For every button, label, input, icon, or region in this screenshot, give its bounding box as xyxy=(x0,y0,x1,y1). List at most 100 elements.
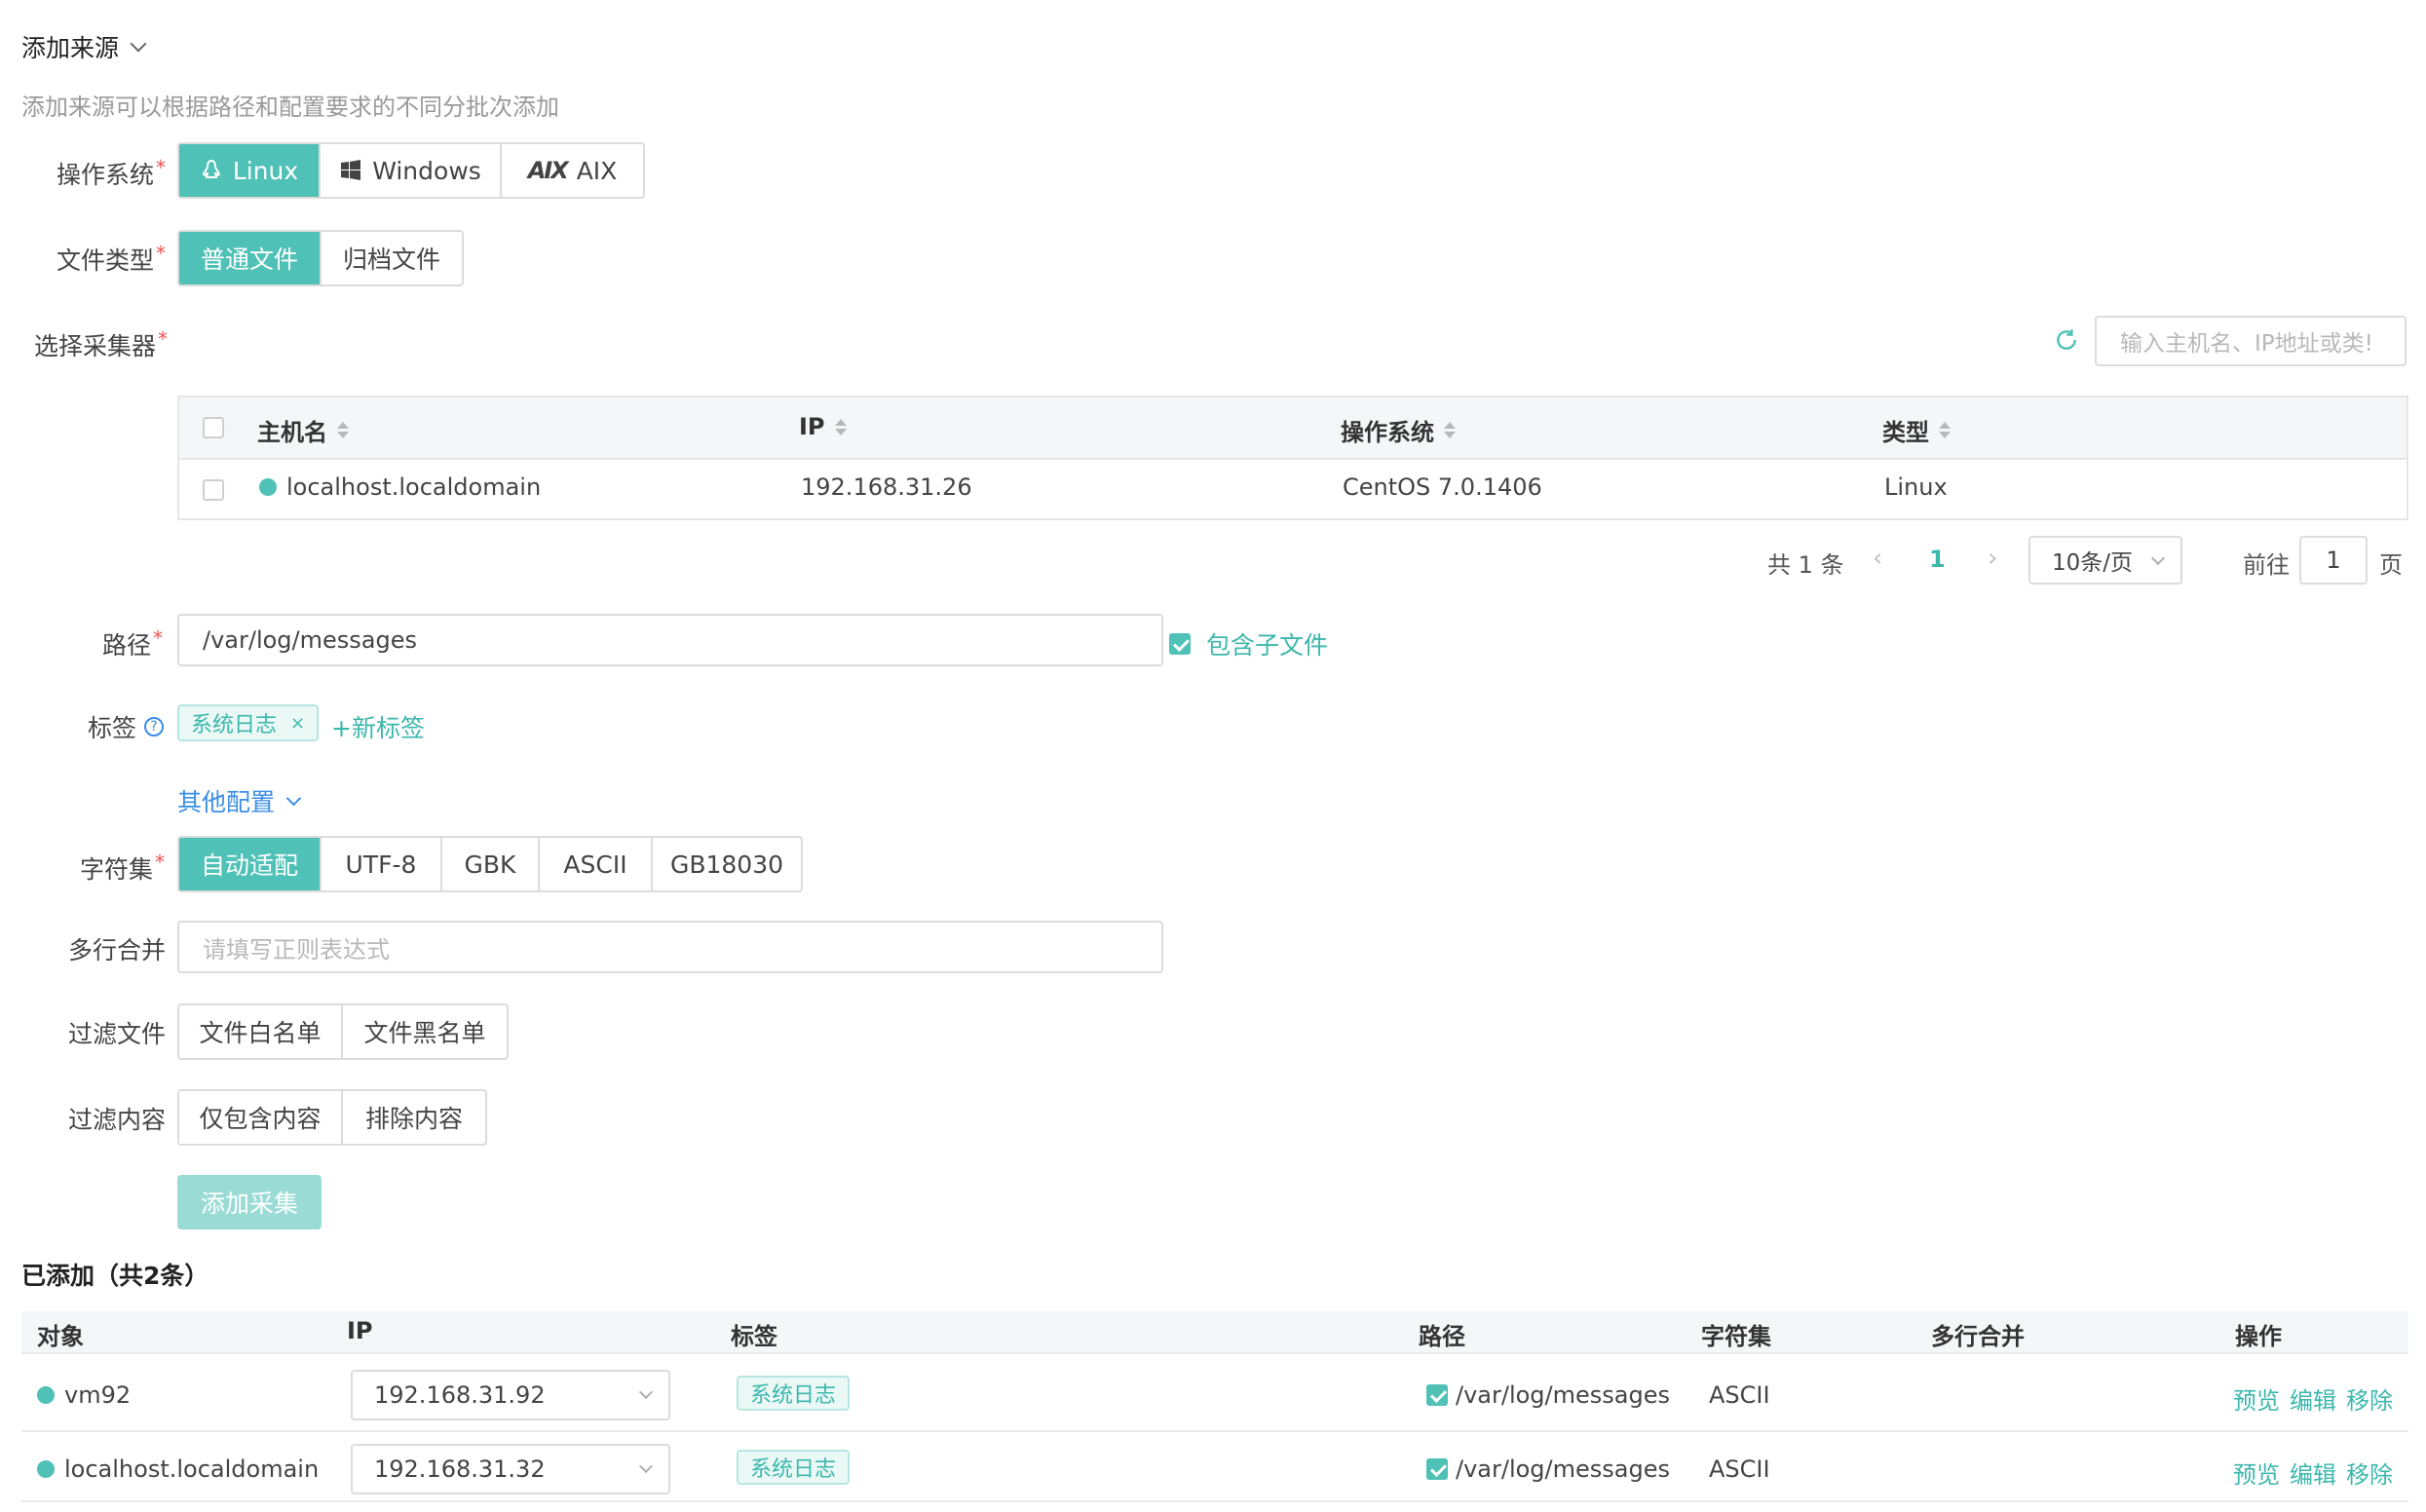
row-divider xyxy=(21,1430,2408,1432)
include-subfiles-checkbox[interactable] xyxy=(1426,1384,1448,1406)
os-option-linux[interactable]: Linux xyxy=(179,144,321,197)
added-col-path: 路径 xyxy=(1419,1323,1465,1350)
charset-option-ascii[interactable]: ASCII xyxy=(540,838,653,890)
filetype-label: 文件类型 * xyxy=(57,242,167,275)
added-row-ip-select[interactable]: 192.168.31.32 xyxy=(351,1444,670,1494)
include-subfiles-label: 包含子文件 xyxy=(1206,631,1329,660)
other-config-toggle[interactable]: 其他配置 xyxy=(177,783,302,818)
row-checkbox[interactable] xyxy=(203,479,224,501)
filter-content-selector: 仅包含内容 排除内容 xyxy=(177,1089,487,1146)
added-row-actions: 预览 编辑 移除 xyxy=(2233,1455,2393,1490)
chevron-down-icon xyxy=(130,35,147,53)
added-row-charset: ASCII xyxy=(1709,1455,1770,1483)
add-collection-button[interactable]: 添加采集 xyxy=(177,1175,322,1229)
close-icon[interactable]: × xyxy=(290,713,305,734)
path-input[interactable]: /var/log/messages xyxy=(177,614,1163,666)
added-col-ip: IP xyxy=(347,1317,373,1344)
include-subfiles-checkbox[interactable] xyxy=(1426,1458,1448,1480)
charset-option-auto[interactable]: 自动适配 xyxy=(179,838,322,890)
page-suffix: 页 xyxy=(2379,551,2403,579)
os-option-windows[interactable]: Windows xyxy=(321,144,502,197)
charset-option-utf8[interactable]: UTF-8 xyxy=(322,838,442,890)
added-col-charset: 字符集 xyxy=(1701,1323,1771,1350)
col-type[interactable]: 类型 xyxy=(1882,413,1951,447)
include-subfiles-toggle[interactable]: 包含子文件 xyxy=(1169,626,1328,662)
collector-label: 选择采集器 * xyxy=(34,327,169,360)
status-dot xyxy=(37,1460,55,1478)
os-option-aix[interactable]: AIX AIX xyxy=(502,144,643,197)
added-row-path: /var/log/messages xyxy=(1426,1455,1670,1483)
goto-label: 前往 xyxy=(2243,551,2290,579)
sort-icon xyxy=(1444,422,1456,438)
collector-row-hostname: localhost.localdomain xyxy=(259,473,541,501)
edit-link[interactable]: 编辑 xyxy=(2290,1455,2336,1490)
added-col-tag: 标签 xyxy=(731,1323,777,1350)
filetype-option-normal[interactable]: 普通文件 xyxy=(179,232,322,284)
added-row-tag: 系统日志 xyxy=(737,1376,851,1411)
added-col-actions: 操作 xyxy=(2235,1323,2282,1350)
multiline-label: 多行合并 xyxy=(68,936,167,964)
col-ip[interactable]: IP xyxy=(799,413,847,440)
charset-option-gbk[interactable]: GBK xyxy=(442,838,540,890)
section-header-add-source[interactable]: 添加来源 xyxy=(21,29,147,64)
chevron-down-icon xyxy=(638,1384,654,1400)
row-divider xyxy=(21,1500,2408,1502)
collector-row-os: CentOS 7.0.1406 xyxy=(1343,473,1542,501)
prev-page-icon[interactable]: ‹ xyxy=(1873,544,1882,573)
next-page-icon[interactable]: › xyxy=(1988,544,1997,573)
other-config-label: 其他配置 xyxy=(177,788,276,816)
added-row-ip-select[interactable]: 192.168.31.92 xyxy=(351,1370,670,1420)
os-label: 操作系统 * xyxy=(57,156,167,189)
tag-label: 系统日志 xyxy=(191,713,278,737)
preview-link[interactable]: 预览 xyxy=(2233,1381,2280,1416)
include-subfiles-checkbox[interactable] xyxy=(1169,633,1191,655)
add-source-page: 添加来源 添加来源可以根据路径和配置要求的不同分批次添加 操作系统 * Linux… xyxy=(0,0,2426,1512)
added-row-object: localhost.localdomain xyxy=(37,1455,319,1483)
tag-chip: 系统日志 × xyxy=(177,704,320,741)
sort-icon xyxy=(337,422,349,438)
windows-icon xyxy=(339,159,362,182)
sort-icon xyxy=(1939,422,1951,438)
added-row-path: /var/log/messages xyxy=(1426,1381,1670,1409)
collector-table-header: 主机名 IP 操作系统 类型 xyxy=(179,397,2407,460)
status-dot xyxy=(259,478,277,496)
filetype-option-archive[interactable]: 归档文件 xyxy=(322,232,462,284)
linux-icon xyxy=(200,159,223,182)
chevron-down-icon xyxy=(2150,550,2166,566)
row-divider xyxy=(21,1352,2408,1354)
multiline-regex-input[interactable]: 请填写正则表达式 xyxy=(177,921,1163,973)
os-selector: Linux Windows AIX AIX xyxy=(177,142,645,199)
preview-link[interactable]: 预览 xyxy=(2233,1455,2280,1490)
filter-content-exclude[interactable]: 排除内容 xyxy=(343,1091,485,1144)
select-all-checkbox[interactable] xyxy=(203,417,224,438)
aix-icon: AIX xyxy=(527,157,569,184)
added-row-tag: 系统日志 xyxy=(737,1450,851,1485)
added-row-object: vm92 xyxy=(37,1381,131,1409)
remove-link[interactable]: 移除 xyxy=(2346,1455,2393,1490)
col-os[interactable]: 操作系统 xyxy=(1341,413,1456,447)
filter-file-whitelist[interactable]: 文件白名单 xyxy=(179,1005,343,1058)
collector-search-input[interactable]: 输入主机名、IP地址或类! xyxy=(2095,316,2407,366)
added-col-multiline: 多行合并 xyxy=(1931,1323,2025,1350)
goto-page-input[interactable]: 1 xyxy=(2299,536,2368,585)
refresh-icon[interactable] xyxy=(2054,327,2079,359)
edit-link[interactable]: 编辑 xyxy=(2290,1381,2336,1416)
filter-content-include[interactable]: 仅包含内容 xyxy=(179,1091,343,1144)
col-hostname[interactable]: 主机名 xyxy=(257,413,349,447)
section-hint: 添加来源可以根据路径和配置要求的不同分批次添加 xyxy=(21,94,559,121)
remove-link[interactable]: 移除 xyxy=(2346,1381,2393,1416)
added-row-actions: 预览 编辑 移除 xyxy=(2233,1381,2393,1416)
added-col-object: 对象 xyxy=(37,1323,84,1350)
filter-file-blacklist[interactable]: 文件黑名单 xyxy=(343,1005,507,1058)
page-size-select[interactable]: 10条/页 xyxy=(2028,536,2182,585)
chevron-down-icon xyxy=(638,1458,654,1474)
chevron-down-icon xyxy=(285,790,302,806)
filter-file-selector: 文件白名单 文件黑名单 xyxy=(177,1003,509,1060)
page-number-current[interactable]: 1 xyxy=(1929,546,1946,573)
new-tag-button[interactable]: +新标签 xyxy=(331,709,425,744)
help-icon[interactable]: ? xyxy=(144,717,165,737)
charset-option-gb18030[interactable]: GB18030 xyxy=(653,838,801,890)
filter-content-label: 过滤内容 xyxy=(68,1106,167,1134)
tags-label: 标签 xyxy=(88,714,137,742)
filter-file-label: 过滤文件 xyxy=(68,1020,167,1048)
